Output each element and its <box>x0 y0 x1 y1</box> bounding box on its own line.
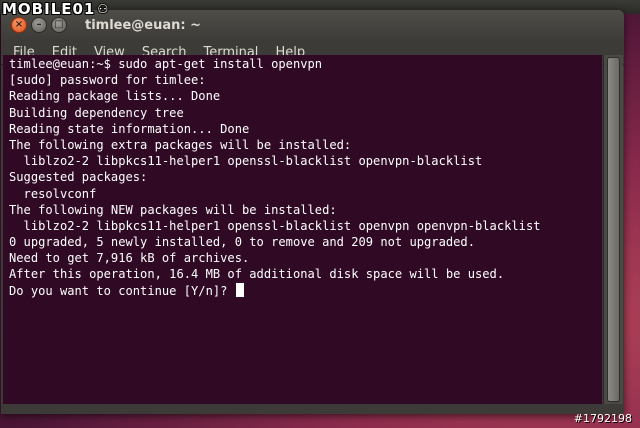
minimize-icon[interactable]: – <box>31 17 47 33</box>
terminal-line: resolvconf <box>9 186 97 201</box>
terminal-line: Suggested packages: <box>9 170 148 185</box>
scrollbar-thumb[interactable] <box>607 57 620 402</box>
terminal-line: 0 upgraded, 5 newly installed, 0 to remo… <box>9 235 475 250</box>
terminal-line: Need to get 7,916 kB of archives. <box>9 251 250 266</box>
watermark: MOBILE01 ⚇ <box>2 0 109 18</box>
terminal-line: timlee@euan:~$ sudo apt-get install open… <box>9 57 323 71</box>
terminal-prompt-line[interactable]: Do you want to continue [Y/n]? <box>9 282 602 299</box>
terminal-line: Reading package lists... Done <box>9 89 221 104</box>
text-cursor <box>235 282 244 297</box>
terminal-line: The following NEW packages will be insta… <box>9 202 337 217</box>
terminal-line: Reading state information... Done <box>9 121 250 136</box>
terminal-line: Building dependency tree <box>9 105 184 120</box>
prompt-text: Do you want to continue [Y/n]? <box>9 283 235 298</box>
terminal-line: [sudo] password for timlee: <box>9 73 206 88</box>
terminal-line: liblzo2-2 libpkcs11-helper1 openssl-blac… <box>9 154 483 169</box>
window-title: timlee@euan: ~ <box>85 17 202 33</box>
terminal-line: liblzo2-2 libpkcs11-helper1 openssl-blac… <box>9 218 541 233</box>
terminal-line: After this operation, 16.4 MB of additio… <box>9 267 505 282</box>
terminal-output[interactable]: timlee@euan:~$ sudo apt-get install open… <box>3 55 602 404</box>
image-id-label: #1792198 <box>573 412 632 425</box>
close-icon[interactable]: × <box>11 17 27 33</box>
mobile01-logo-icon: ⚇ <box>97 2 110 16</box>
terminal-scrollbar[interactable] <box>603 55 623 404</box>
maximize-icon[interactable]: □ <box>51 17 67 33</box>
terminal-line: The following extra packages will be ins… <box>9 137 352 152</box>
watermark-brand: MOBILE01 <box>2 0 96 18</box>
